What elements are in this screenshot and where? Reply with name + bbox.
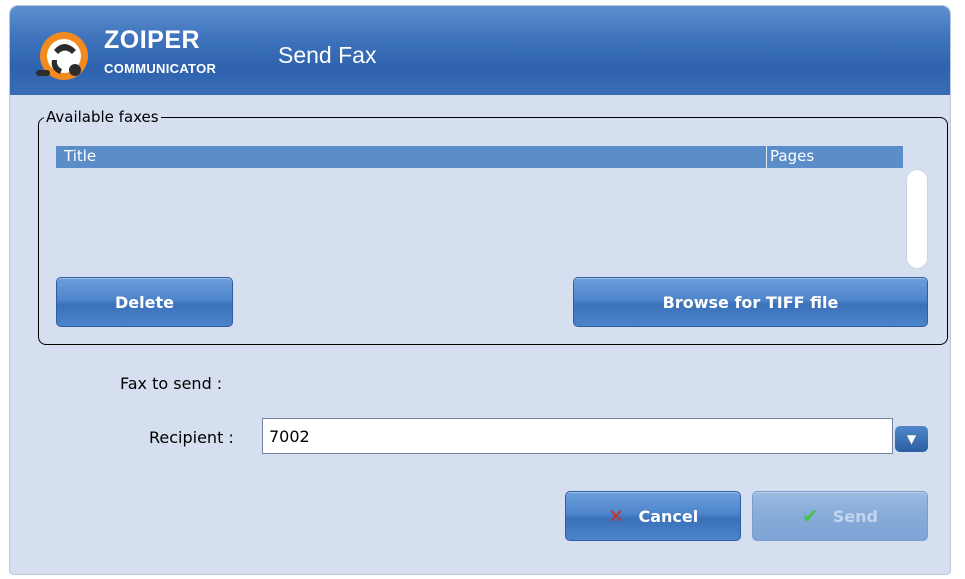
recipient-label: Recipient :	[149, 428, 234, 447]
brand-name: ZOIPER	[104, 26, 201, 54]
check-icon: ✔	[802, 504, 819, 528]
browse-tiff-button-label: Browse for TIFF file	[662, 292, 839, 312]
available-faxes-legend: Available faxes	[44, 108, 161, 126]
cancel-button[interactable]: ✕ Cancel	[565, 491, 741, 541]
x-icon: ✕	[607, 504, 625, 528]
zoiper-logo-icon	[36, 32, 88, 80]
send-button-label: Send	[832, 506, 878, 526]
recipient-input[interactable]	[262, 418, 893, 454]
delete-button-label: Delete	[115, 292, 174, 312]
recipient-dropdown-button[interactable]: ▼	[895, 426, 928, 452]
window-title: Send Fax	[278, 42, 377, 68]
column-separator[interactable]	[766, 146, 767, 168]
fax-list[interactable]	[56, 168, 903, 272]
cancel-button-label: Cancel	[638, 506, 699, 526]
send-button[interactable]: ✔ Send	[752, 491, 928, 541]
send-fax-window: ZOIPER COMMUNICATOR Send Fax Available f…	[10, 6, 950, 574]
column-header-title[interactable]: Title	[64, 147, 96, 165]
fax-list-scrollbar[interactable]	[906, 169, 928, 269]
chevron-down-icon: ▼	[906, 432, 917, 446]
brand-subtitle: COMMUNICATOR	[104, 61, 217, 76]
column-header-pages[interactable]: Pages	[770, 147, 814, 165]
fax-to-send-label: Fax to send :	[120, 374, 223, 393]
fax-list-header: Title Pages	[56, 146, 903, 168]
title-bar: ZOIPER COMMUNICATOR Send Fax	[10, 6, 950, 95]
delete-button[interactable]: Delete	[56, 277, 233, 327]
browse-tiff-button[interactable]: Browse for TIFF file	[573, 277, 928, 327]
